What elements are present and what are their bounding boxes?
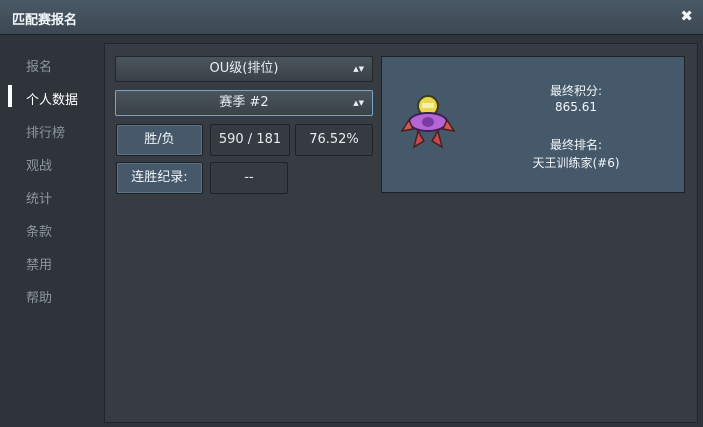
final-rank-value: 天王训练家(#6) xyxy=(532,156,620,170)
win-loss-value: 590 / 181 xyxy=(210,124,290,156)
window-title: 匹配赛报名 xyxy=(12,13,78,28)
pokemon-sprite-icon xyxy=(400,95,456,149)
final-score-label: 最终积分: xyxy=(549,84,603,98)
season-select-value: 赛季 #2 xyxy=(219,95,269,110)
sidebar-item-bans[interactable]: 禁用 xyxy=(26,254,52,273)
win-loss-button[interactable]: 胜/负 xyxy=(116,124,203,156)
sidebar-item-spectate[interactable]: 观战 xyxy=(26,155,52,174)
sidebar-item-leaderboard[interactable]: 排行榜 xyxy=(26,122,65,141)
close-icon[interactable]: ✖ xyxy=(680,7,693,25)
sidebar-item-signup[interactable]: 报名 xyxy=(26,56,52,75)
season-select[interactable]: 赛季 #2 ▲▼ xyxy=(115,90,373,116)
sidebar-item-statistics[interactable]: 统计 xyxy=(26,188,52,207)
sidebar-item-help[interactable]: 帮助 xyxy=(26,287,52,306)
streak-button[interactable]: 连胜纪录: xyxy=(116,162,203,194)
tier-select[interactable]: OU级(排位) ▲▼ xyxy=(115,56,373,82)
final-rank-label: 最终排名: xyxy=(549,138,603,152)
select-arrows-icon: ▲▼ xyxy=(353,65,364,73)
streak-value: -- xyxy=(210,162,288,194)
win-rate-value: 76.52% xyxy=(295,124,373,156)
season-result-card: 最终积分: 865.61 最终排名: 天王训练家(#6) xyxy=(381,56,685,193)
title-bar: 匹配赛报名 ✖ xyxy=(0,0,703,35)
ranked-window: 匹配赛报名 ✖ 报名 个人数据 排行榜 观战 统计 条款 禁用 帮助 OU级(排… xyxy=(0,0,703,427)
tier-select-value: OU级(排位) xyxy=(209,61,279,76)
sidebar-item-personal-stats[interactable]: 个人数据 xyxy=(26,89,78,108)
sidebar: 报名 个人数据 排行榜 观战 统计 条款 禁用 帮助 xyxy=(0,46,104,346)
sidebar-item-terms[interactable]: 条款 xyxy=(26,221,52,240)
sidebar-active-indicator xyxy=(8,85,12,107)
select-arrows-icon: ▲▼ xyxy=(353,99,364,107)
final-score-value: 865.61 xyxy=(555,100,597,114)
